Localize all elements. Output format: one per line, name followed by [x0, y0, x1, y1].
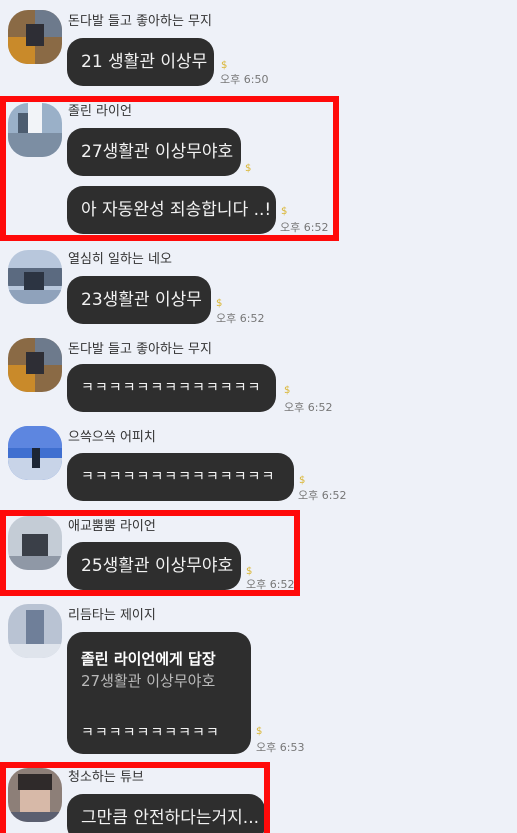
profile-avatar[interactable]: [8, 604, 62, 658]
unread-count: $: [256, 726, 263, 737]
reply-text: ㅋㅋㅋㅋㅋㅋㅋㅋㅋㅋ: [81, 725, 220, 741]
message-time: 오후 6:50: [220, 73, 269, 86]
message-bubble[interactable]: 21 생활관 이상무: [67, 38, 214, 86]
sender-name: 애교뿜뿜 라이언: [68, 519, 156, 534]
unread-count: $: [246, 566, 253, 577]
profile-avatar[interactable]: [8, 426, 62, 480]
unread-count: $: [245, 163, 252, 174]
message-bubble[interactable]: 23생활관 이상무: [67, 276, 211, 324]
message-time: 오후 6:53: [256, 741, 305, 754]
profile-avatar[interactable]: [8, 338, 62, 392]
message-bubble[interactable]: 25생활관 이상무야호: [67, 542, 241, 590]
message-time: 오후 6:52: [216, 312, 265, 325]
message-bubble[interactable]: 아 자동완성 죄송합니다 ..!: [67, 186, 276, 234]
chat-room: 돈다발 들고 좋아하는 무지 21 생활관 이상무 $ 오후 6:50 졸린 라…: [0, 0, 517, 833]
unread-count: $: [299, 475, 306, 486]
sender-name: 으쓱으쓱 어피치: [68, 430, 156, 445]
sender-name: 돈다발 들고 좋아하는 무지: [68, 342, 212, 357]
unread-count: $: [221, 60, 228, 71]
unread-count: $: [281, 206, 288, 217]
reply-title: 졸린 라이언에게 답장: [81, 650, 216, 668]
profile-avatar[interactable]: [8, 250, 62, 304]
message-time: 오후 6:52: [280, 221, 329, 234]
message-bubble[interactable]: 27생활관 이상무야호: [67, 128, 241, 176]
profile-avatar[interactable]: [8, 516, 62, 570]
message-bubble[interactable]: ㅋㅋㅋㅋㅋㅋㅋㅋㅋㅋㅋㅋㅋ: [67, 364, 276, 412]
profile-avatar[interactable]: [8, 103, 62, 157]
sender-name: 리듬타는 제이지: [68, 608, 156, 623]
profile-avatar[interactable]: [8, 10, 62, 64]
sender-name: 졸린 라이언: [68, 104, 132, 119]
sender-name: 돈다발 들고 좋아하는 무지: [68, 14, 212, 29]
profile-avatar[interactable]: [8, 768, 62, 822]
reply-message-bubble[interactable]: 졸린 라이언에게 답장 27생활관 이상무야호 ㅋㅋㅋㅋㅋㅋㅋㅋㅋㅋ: [67, 632, 251, 754]
reply-quote[interactable]: 27생활관 이상무야호: [81, 670, 237, 692]
sender-name: 청소하는 튜브: [68, 770, 144, 785]
message-time: 오후 6:52: [284, 401, 333, 414]
message-bubble[interactable]: ㅋㅋㅋㅋㅋㅋㅋㅋㅋㅋㅋㅋㅋㅋ: [67, 453, 294, 501]
message-time: 오후 6:52: [298, 489, 347, 502]
message-time: 오후 6:52: [246, 578, 295, 591]
sender-name: 열심히 일하는 네오: [68, 252, 172, 267]
unread-count: $: [216, 298, 223, 309]
message-bubble[interactable]: 그만큼 안전하다는거지...: [67, 794, 265, 833]
unread-count: $: [284, 385, 291, 396]
